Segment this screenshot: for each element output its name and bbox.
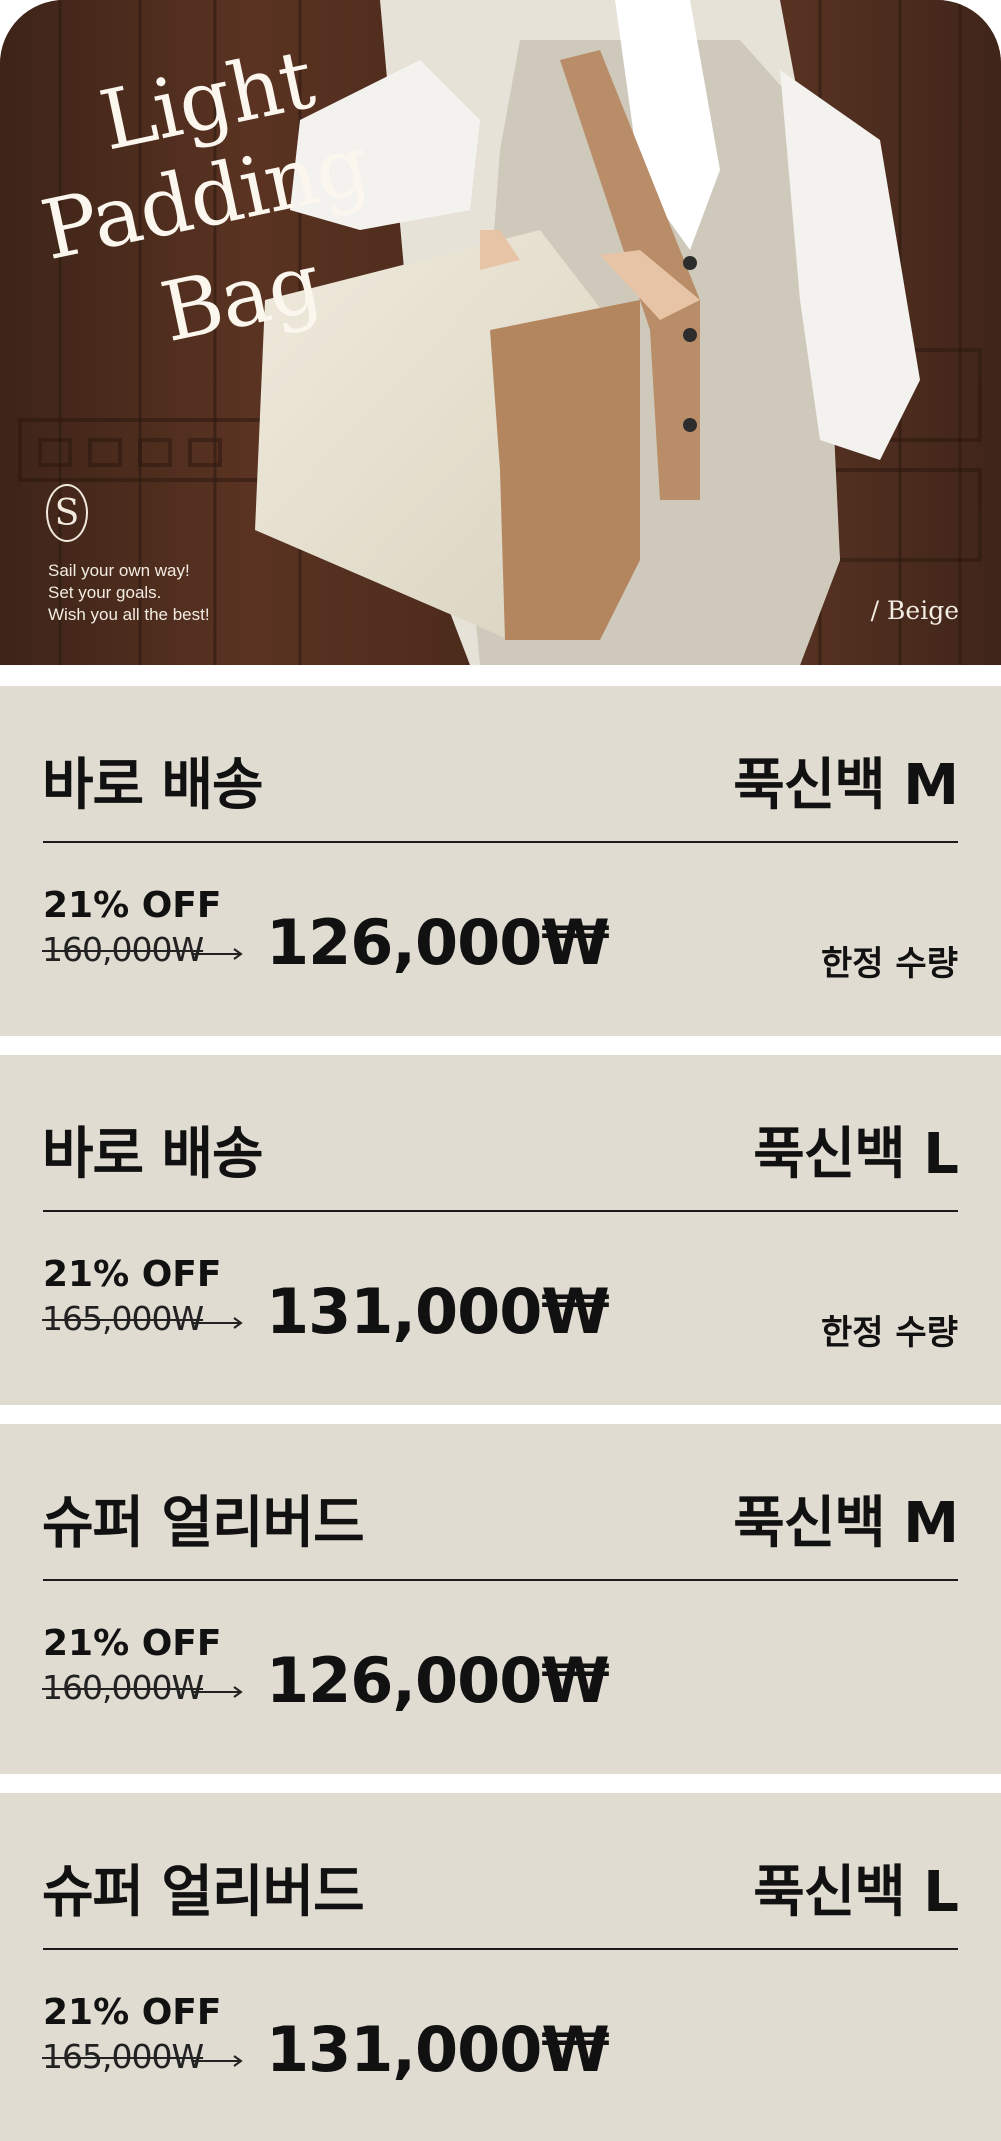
hero-banner: Light Padding Bag S Sail your own way! S… bbox=[0, 0, 1001, 665]
discount-label: 21% OFF bbox=[43, 1254, 222, 1295]
limited-quantity-badge: 한정 수량 bbox=[821, 1313, 958, 1353]
brand-logo-icon: S bbox=[46, 484, 88, 542]
tagline-line: Wish you all the best! bbox=[48, 605, 210, 624]
sale-price: 131,000₩ bbox=[266, 1275, 610, 1348]
original-price: 160,000W bbox=[42, 930, 204, 969]
divider bbox=[43, 1948, 958, 1950]
arrow-right-icon bbox=[192, 2055, 243, 2067]
shipping-type: 슈퍼 얼리버드 bbox=[42, 1491, 365, 1556]
offer-card[interactable]: 바로 배송 푹신백 L 21% OFF 165,000W 131,000₩ 한정… bbox=[0, 1055, 1001, 1405]
hero-tagline: Sail your own way! Set your goals. Wish … bbox=[48, 560, 210, 626]
discount-label: 21% OFF bbox=[43, 1992, 222, 2033]
color-label: / Beige bbox=[870, 596, 959, 625]
product-name: 푹신백 L bbox=[753, 1122, 959, 1187]
shipping-type: 슈퍼 얼리버드 bbox=[42, 1860, 365, 1925]
divider bbox=[43, 1579, 958, 1581]
sale-price: 126,000₩ bbox=[266, 906, 610, 979]
product-name: 푹신백 M bbox=[733, 753, 959, 818]
shipping-type: 바로 배송 bbox=[42, 1122, 264, 1187]
product-name: 푹신백 M bbox=[733, 1491, 959, 1556]
offer-card[interactable]: 슈퍼 얼리버드 푹신백 L 21% OFF 165,000W 131,000₩ bbox=[0, 1793, 1001, 2141]
sale-price: 126,000₩ bbox=[266, 1644, 610, 1717]
original-price: 165,000W bbox=[42, 2037, 204, 2076]
divider bbox=[43, 841, 958, 843]
arrow-right-icon bbox=[192, 1317, 243, 1329]
tagline-line: Set your goals. bbox=[48, 583, 162, 602]
discount-label: 21% OFF bbox=[43, 885, 222, 926]
divider bbox=[43, 1210, 958, 1212]
tagline-line: Sail your own way! bbox=[48, 561, 190, 580]
offer-card[interactable]: 바로 배송 푹신백 M 21% OFF 160,000W 126,000₩ 한정… bbox=[0, 686, 1001, 1036]
original-price: 160,000W bbox=[42, 1668, 204, 1707]
discount-label: 21% OFF bbox=[43, 1623, 222, 1664]
product-name: 푹신백 L bbox=[753, 1860, 959, 1925]
hero-title-line: Bag bbox=[153, 235, 329, 362]
shipping-type: 바로 배송 bbox=[42, 753, 264, 818]
original-price: 165,000W bbox=[42, 1299, 204, 1338]
sale-price: 131,000₩ bbox=[266, 2013, 610, 2086]
arrow-right-icon bbox=[192, 1686, 243, 1698]
offer-card[interactable]: 슈퍼 얼리버드 푹신백 M 21% OFF 160,000W 126,000₩ bbox=[0, 1424, 1001, 1774]
arrow-right-icon bbox=[192, 948, 243, 960]
limited-quantity-badge: 한정 수량 bbox=[821, 944, 958, 984]
